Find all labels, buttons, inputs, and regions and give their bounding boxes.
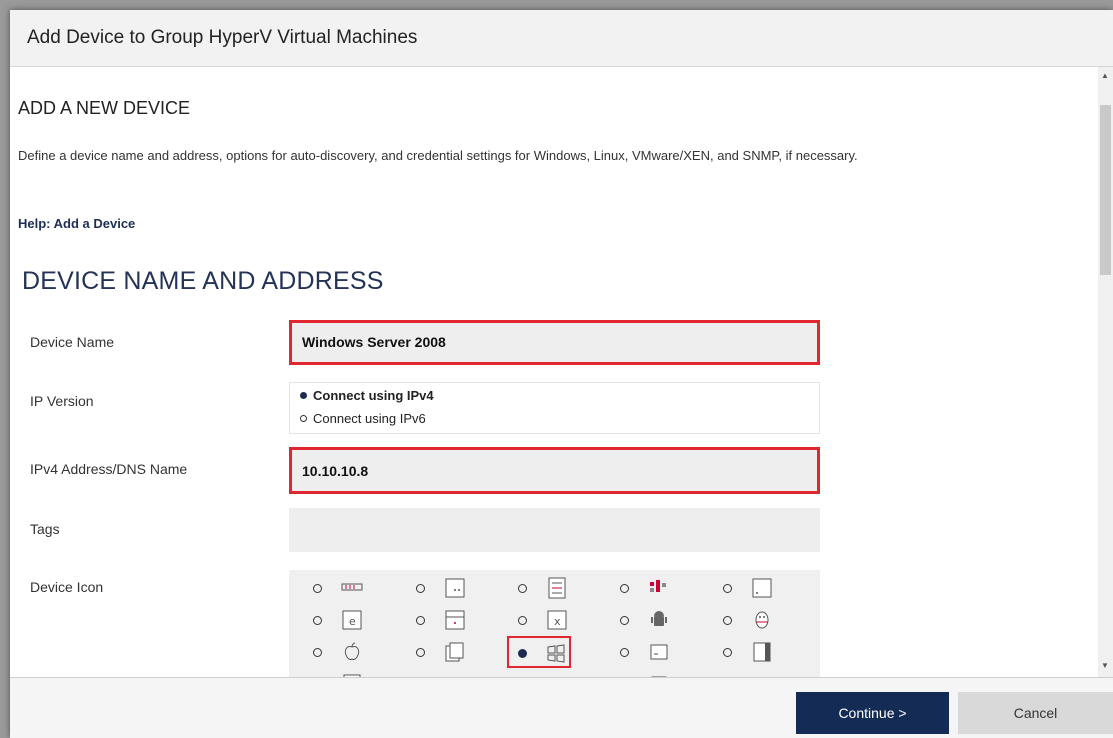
scroll-down-arrow-icon[interactable]: ▼ bbox=[1101, 661, 1109, 670]
radio-icon bbox=[313, 616, 322, 625]
device-icon-option-colored-bars[interactable] bbox=[620, 575, 700, 601]
radio-icon bbox=[313, 584, 322, 593]
device-icon-option-server-dots[interactable] bbox=[416, 575, 496, 601]
apple-icon bbox=[344, 642, 360, 660]
ipv4-option-label: Connect using IPv4 bbox=[313, 388, 434, 403]
section-heading-add-device: ADD A NEW DEVICE bbox=[18, 98, 191, 118]
help-link[interactable]: Help: Add a Device bbox=[18, 216, 135, 231]
radio-icon bbox=[518, 584, 527, 593]
dialog-footer: Continue > Cancel bbox=[10, 677, 1113, 738]
tags-input[interactable] bbox=[289, 508, 820, 552]
device-icon-option-x-device[interactable]: x bbox=[518, 607, 598, 633]
ip-version-option-ipv6[interactable]: Connect using IPv6 bbox=[300, 411, 426, 426]
svg-text:e: e bbox=[349, 615, 356, 628]
svg-text:x: x bbox=[554, 615, 561, 628]
ip-version-radio-group: Connect using IPv4 Connect using IPv6 bbox=[289, 382, 820, 434]
intro-description: Define a device name and address, option… bbox=[18, 148, 858, 163]
radio-icon bbox=[723, 648, 732, 657]
ip-version-label: IP Version bbox=[30, 393, 94, 409]
device-icon-option-disk[interactable] bbox=[723, 639, 803, 665]
device-icon-picker: e x bbox=[289, 570, 820, 677]
dialog-content: ADD A NEW DEVICE Define a device name an… bbox=[10, 67, 1098, 677]
device-icon-option-rack[interactable] bbox=[313, 575, 393, 601]
ipv6-option-label: Connect using IPv6 bbox=[313, 411, 426, 426]
device-icon-option-monitor[interactable] bbox=[620, 639, 700, 665]
cancel-button[interactable]: Cancel bbox=[958, 692, 1113, 734]
document-icon bbox=[752, 578, 772, 598]
add-device-dialog: Add Device to Group HyperV Virtual Machi… bbox=[10, 10, 1113, 738]
radio-icon bbox=[620, 616, 629, 625]
android-icon bbox=[651, 611, 667, 626]
ip-version-option-ipv4[interactable]: Connect using IPv4 bbox=[300, 388, 434, 403]
radio-unselected-icon bbox=[300, 415, 307, 422]
device-icon-label: Device Icon bbox=[30, 579, 104, 595]
radio-icon bbox=[620, 648, 629, 657]
colored-bars-icon bbox=[650, 580, 666, 592]
radio-icon bbox=[313, 648, 322, 657]
dialog-titlebar: Add Device to Group HyperV Virtual Machi… bbox=[10, 10, 1113, 67]
device-icon-option-storage[interactable] bbox=[518, 575, 598, 601]
radio-icon bbox=[416, 584, 425, 593]
device-name-value: Windows Server 2008 bbox=[302, 334, 446, 350]
device-icon-option-apple[interactable] bbox=[313, 639, 393, 665]
address-value: 10.10.10.8 bbox=[302, 463, 369, 479]
scroll-up-arrow-icon[interactable]: ▲ bbox=[1101, 71, 1109, 80]
radio-icon bbox=[518, 616, 527, 625]
drive-icon bbox=[445, 610, 465, 630]
scrollbar-thumb[interactable] bbox=[1100, 105, 1111, 275]
vertical-scrollbar[interactable]: ▲ ▼ bbox=[1098, 67, 1113, 677]
device-icon-option-document[interactable] bbox=[723, 575, 803, 601]
stack-icon bbox=[445, 642, 464, 662]
disk-icon bbox=[753, 642, 771, 662]
device-icon-option-android[interactable] bbox=[620, 607, 700, 633]
radio-icon bbox=[723, 584, 732, 593]
radio-icon bbox=[723, 616, 732, 625]
device-name-label: Device Name bbox=[30, 334, 115, 350]
server-dots-icon bbox=[445, 578, 465, 598]
address-label: IPv4 Address/DNS Name bbox=[30, 461, 188, 477]
device-icon-option-stack[interactable] bbox=[416, 639, 496, 665]
device-icon-option-drive[interactable] bbox=[416, 607, 496, 633]
radio-icon bbox=[620, 584, 629, 593]
device-icon-option-linux[interactable] bbox=[723, 607, 803, 633]
linux-icon bbox=[755, 611, 769, 629]
storage-icon bbox=[548, 577, 566, 599]
address-input[interactable]: 10.10.10.8 bbox=[289, 447, 820, 494]
radio-selected-icon bbox=[300, 392, 307, 399]
radio-icon bbox=[416, 648, 425, 657]
e-device-icon: e bbox=[342, 610, 362, 630]
dialog-title: Add Device to Group HyperV Virtual Machi… bbox=[27, 27, 418, 48]
device-icon-option-windows[interactable] bbox=[507, 636, 571, 668]
section-title-device-name-address: DEVICE NAME AND ADDRESS bbox=[22, 267, 384, 295]
continue-button[interactable]: Continue > bbox=[796, 692, 949, 734]
windows-icon bbox=[547, 644, 565, 663]
radio-icon bbox=[416, 616, 425, 625]
radio-selected-icon bbox=[518, 649, 527, 658]
tags-label: Tags bbox=[30, 521, 60, 537]
x-device-icon: x bbox=[547, 610, 567, 630]
device-icon-option-e-device[interactable]: e bbox=[313, 607, 393, 633]
device-name-input[interactable]: Windows Server 2008 bbox=[289, 320, 820, 365]
monitor-icon bbox=[650, 644, 668, 660]
rack-icon bbox=[341, 583, 363, 591]
